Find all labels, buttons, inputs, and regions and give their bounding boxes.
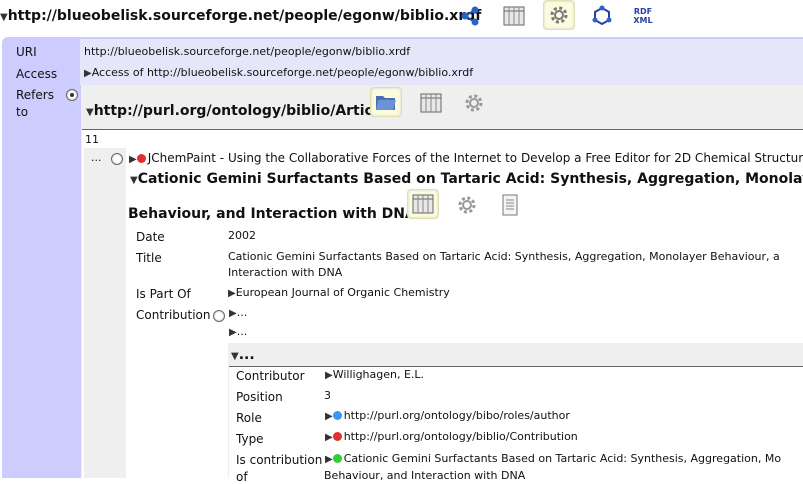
- position-value: 3: [324, 389, 331, 402]
- contribution-item[interactable]: ▶...: [229, 325, 247, 338]
- article-count: 11: [85, 133, 99, 146]
- uri-value[interactable]: http://blueobelisk.sourceforge.net/peopl…: [84, 45, 410, 58]
- article-class-uri[interactable]: http://purl.org/ontology/biblio/Article: [94, 103, 387, 119]
- list-item[interactable]: ▶ JChemPaint - Using the Collaborative Fo…: [129, 151, 803, 165]
- document-icon[interactable]: [496, 191, 524, 219]
- settings-gear-icon[interactable]: [453, 191, 481, 219]
- expand-triangle-icon[interactable]: ▶: [325, 454, 333, 465]
- list-gutter: [84, 148, 126, 478]
- role-value[interactable]: ▶ http://purl.org/ontology/bibo/roles/aut…: [325, 409, 570, 422]
- red-dot-icon: [332, 432, 342, 441]
- is-contribution-of-label-2: of: [236, 470, 248, 484]
- access-label: Access: [16, 67, 58, 81]
- refers-radio[interactable]: [66, 89, 78, 101]
- list-ellipsis[interactable]: ...: [91, 151, 102, 164]
- table-view-icon[interactable]: [500, 2, 528, 30]
- open-article-title[interactable]: ▼Cationic Gemini Surfactants Based on Ta…: [130, 171, 803, 187]
- share-graph-icon[interactable]: [456, 2, 484, 30]
- folder-open-icon[interactable]: [370, 87, 402, 117]
- contribution-radio[interactable]: [213, 310, 225, 322]
- expand-triangle-icon[interactable]: ▶: [325, 370, 333, 381]
- contribution-label: Contribution: [136, 308, 211, 322]
- refers-label: Refers: [16, 88, 54, 102]
- expand-triangle-icon[interactable]: ▶: [229, 327, 237, 338]
- date-value: 2002: [228, 229, 256, 242]
- expand-triangle-icon[interactable]: ▶: [129, 154, 137, 165]
- list-radio[interactable]: [111, 153, 123, 165]
- contribution-open-header[interactable]: ▼...: [231, 347, 255, 363]
- collapse-triangle-icon[interactable]: ▼: [86, 107, 94, 118]
- collapse-triangle-icon[interactable]: ▼: [231, 351, 239, 362]
- settings-gear-icon[interactable]: [460, 89, 488, 117]
- is-part-of-label: Is Part Of: [136, 287, 191, 301]
- is-contribution-of-label: Is contribution: [236, 453, 323, 467]
- expand-triangle-icon[interactable]: ▶: [229, 308, 237, 319]
- blue-dot-icon: [332, 411, 342, 420]
- open-article-title-2[interactable]: Behaviour, and Interaction with DNA: [128, 206, 416, 222]
- expand-triangle-icon[interactable]: ▶: [325, 432, 333, 443]
- green-dot-icon: [332, 454, 342, 463]
- expand-triangle-icon[interactable]: ▶: [84, 68, 92, 79]
- collapse-triangle-icon[interactable]: ▼: [0, 12, 8, 23]
- type-label: Type: [236, 432, 264, 446]
- is-part-of-value[interactable]: ▶European Journal of Organic Chemistry: [228, 286, 450, 299]
- uri-label: URI: [16, 45, 37, 59]
- title-label: Title: [136, 251, 162, 265]
- expand-triangle-icon[interactable]: ▶: [325, 411, 333, 422]
- is-contribution-of-value-2: Behaviour, and Interaction with DNA: [324, 469, 526, 482]
- position-label: Position: [236, 390, 283, 404]
- collapse-triangle-icon[interactable]: ▼: [130, 175, 138, 186]
- expand-triangle-icon[interactable]: ▶: [228, 288, 236, 299]
- root-resource-uri[interactable]: http://blueobelisk.sourceforge.net/peopl…: [8, 8, 482, 24]
- title-value-2: Interaction with DNA: [228, 266, 343, 279]
- refers-label-2: to: [16, 105, 29, 119]
- contributor-value[interactable]: ▶Willighagen, E.L.: [325, 368, 424, 381]
- red-dot-icon: [136, 154, 146, 163]
- molecule-icon[interactable]: [588, 2, 616, 30]
- rdf-xml-icon[interactable]: RDF XML: [629, 2, 657, 30]
- is-contribution-of-value[interactable]: ▶ Cationic Gemini Surfactants Based on Ta…: [325, 452, 781, 465]
- type-value[interactable]: ▶ http://purl.org/ontology/biblio/Contrib…: [325, 430, 578, 443]
- article-class-header: ▼http://purl.org/ontology/biblio/Article: [86, 103, 387, 119]
- root-resource-header: ▼http://blueobelisk.sourceforge.net/peop…: [0, 8, 481, 24]
- table-view-icon[interactable]: [407, 189, 439, 219]
- table-view-icon[interactable]: [417, 89, 445, 117]
- date-label: Date: [136, 230, 165, 244]
- contribution-item[interactable]: ▶...: [229, 306, 247, 319]
- contributor-label: Contributor: [236, 369, 305, 383]
- title-value: Cationic Gemini Surfactants Based on Tar…: [228, 250, 780, 263]
- access-value[interactable]: ▶Access of http://blueobelisk.sourceforg…: [84, 66, 473, 79]
- settings-gear-icon[interactable]: [543, 0, 575, 30]
- role-label: Role: [236, 411, 262, 425]
